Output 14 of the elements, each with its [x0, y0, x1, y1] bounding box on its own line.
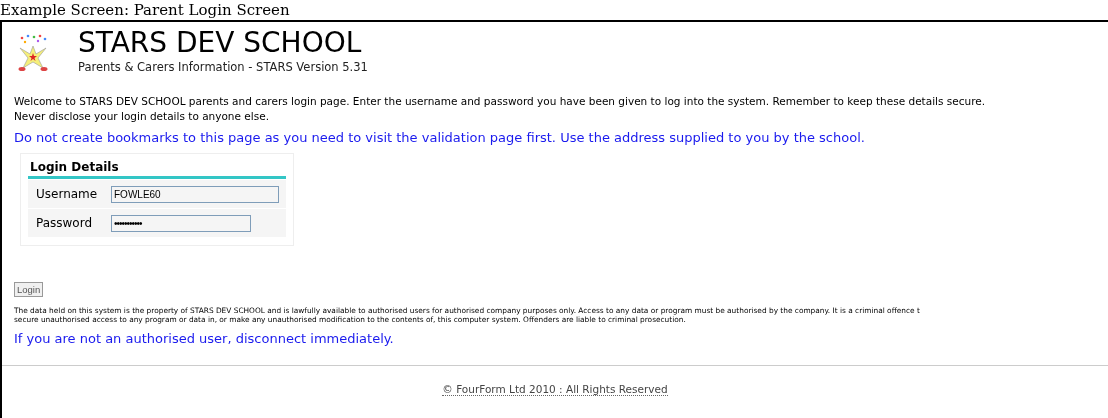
username-field[interactable]: FOWLE60 — [111, 185, 279, 203]
password-field[interactable]: ••••••••••• — [111, 214, 251, 232]
welcome-text: Never disclose your login details to anyone else. — [14, 109, 270, 124]
warning-text: If you are not an authorised user, disconnect immediately. — [14, 331, 395, 346]
document-caption: Example Screen: Parent Login Screen — [0, 2, 290, 19]
school-title: STARS DEV SCHOOL — [78, 28, 363, 58]
bookmark-notice: Do not create bookmarks to this page as you need to visit the validation page first. Use the address supplied to you by the school. — [14, 130, 866, 145]
star-figure-icon — [16, 34, 50, 72]
welcome-text: Welcome to STARS DEV SCHOOL parents and carers login page. Enter the username and password you have been given to log into the system. Remember to keep these details secure. — [14, 94, 987, 109]
copyright-link[interactable]: © FourForm Ltd 2010 : All Rights Reserved — [442, 383, 668, 396]
field-label: Username — [35, 187, 99, 201]
field-label: Password — [35, 216, 94, 230]
subtitle: Parents & Carers Information - STARS Version 5.31 — [78, 60, 368, 74]
login-button[interactable]: Login — [14, 282, 44, 297]
